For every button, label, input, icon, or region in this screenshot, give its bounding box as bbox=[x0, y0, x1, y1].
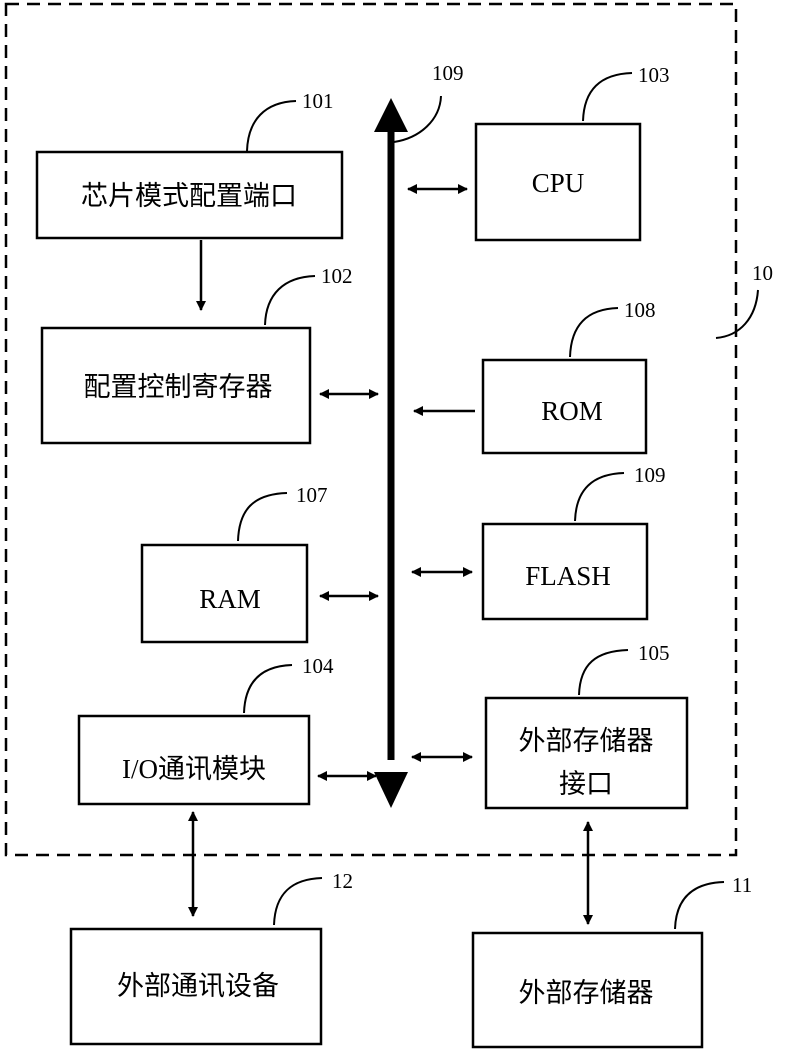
block-rom-label: ROM bbox=[541, 396, 603, 426]
block-flash: FLASH 109 bbox=[481, 463, 666, 621]
leader-104 bbox=[243, 664, 293, 714]
ref-104: 104 bbox=[302, 654, 334, 678]
bus-arrow-up-icon bbox=[374, 98, 408, 132]
leader-101 bbox=[246, 100, 297, 152]
block-ext-memory: 外部存储器 11 bbox=[471, 873, 752, 1049]
block-flash-label: FLASH bbox=[525, 561, 611, 591]
ref-108: 108 bbox=[624, 298, 656, 322]
system-bus: 109 bbox=[374, 61, 464, 808]
block-diagram: 10 109 芯片模式配置端口 101 配置控制寄存器 102 CPU 103 … bbox=[4, 2, 773, 1049]
leader-103 bbox=[582, 72, 633, 122]
leader-105 bbox=[578, 649, 629, 696]
ref-109-flash: 109 bbox=[634, 463, 666, 487]
ref-107: 107 bbox=[296, 483, 328, 507]
leader-107 bbox=[237, 492, 288, 542]
leader-102 bbox=[264, 275, 316, 326]
block-ram-label: RAM bbox=[199, 584, 261, 614]
leader-12 bbox=[273, 877, 323, 926]
block-ext-comm-device-label: 外部通讯设备 bbox=[117, 971, 279, 1001]
leader-108 bbox=[569, 307, 619, 358]
ref-12: 12 bbox=[332, 869, 353, 893]
block-ext-mem-interface-label-1: 外部存储器 bbox=[519, 726, 654, 756]
bus-arrow-down-icon bbox=[374, 772, 408, 808]
block-ext-comm-device: 外部通讯设备 12 bbox=[69, 869, 353, 1046]
block-ext-memory-label: 外部存储器 bbox=[519, 978, 654, 1008]
block-ram: RAM 107 bbox=[140, 483, 328, 644]
ref-103: 103 bbox=[638, 63, 670, 87]
ref-105: 105 bbox=[638, 641, 670, 665]
block-cpu: CPU 103 bbox=[474, 63, 670, 242]
block-mode-port: 芯片模式配置端口 101 bbox=[35, 89, 344, 240]
block-cpu-label: CPU bbox=[532, 168, 585, 198]
leader-11 bbox=[674, 881, 725, 930]
block-config-register-label: 配置控制寄存器 bbox=[84, 372, 273, 402]
ref-102: 102 bbox=[321, 264, 353, 288]
leader-109-flash bbox=[574, 472, 625, 522]
block-ext-mem-interface-label-2: 接口 bbox=[559, 769, 613, 799]
block-io-module-label: I/O通讯模块 bbox=[122, 754, 266, 784]
block-io-module: I/O通讯模块 104 bbox=[77, 654, 334, 806]
ref-bus: 109 bbox=[432, 61, 464, 85]
ref-101: 101 bbox=[302, 89, 334, 113]
ref-11: 11 bbox=[732, 873, 752, 897]
block-ext-mem-interface: 外部存储器 接口 105 bbox=[484, 641, 689, 810]
ref-boundary: 10 bbox=[752, 261, 773, 285]
block-config-register: 配置控制寄存器 102 bbox=[40, 264, 353, 445]
block-rom: ROM 108 bbox=[481, 298, 656, 455]
block-mode-port-label: 芯片模式配置端口 bbox=[81, 181, 297, 211]
